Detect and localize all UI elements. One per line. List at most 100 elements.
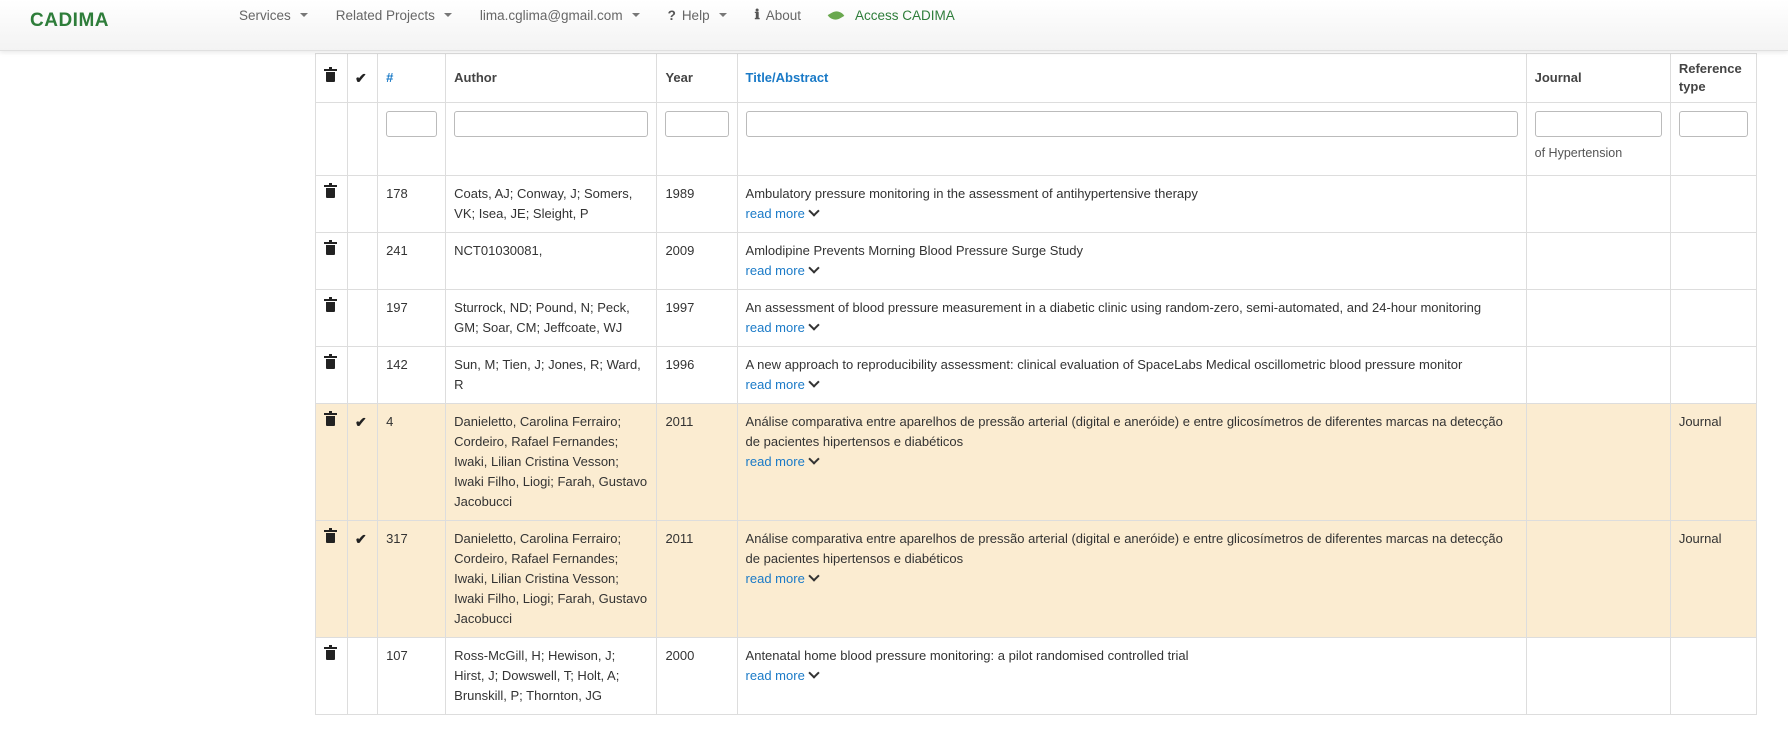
nav-help[interactable]: ? Help bbox=[654, 7, 741, 23]
read-more-link[interactable]: read more bbox=[746, 261, 820, 281]
check-icon: ✔ bbox=[355, 69, 367, 86]
reftype-cell bbox=[1669, 289, 1758, 347]
nav-access[interactable]: Access CADIMA bbox=[815, 7, 969, 23]
journal-cell bbox=[1525, 403, 1671, 521]
cadima-logo[interactable]: CADIMA bbox=[30, 10, 109, 32]
title-column-header[interactable]: Title/Abstract bbox=[736, 53, 1527, 103]
trash-icon[interactable] bbox=[324, 183, 337, 198]
reftype-cell bbox=[1669, 232, 1758, 290]
reftype-cell: Journal bbox=[1669, 520, 1758, 638]
chevron-down-icon bbox=[808, 262, 820, 274]
journal-cell bbox=[1525, 346, 1671, 404]
trash-icon[interactable] bbox=[324, 354, 337, 369]
nav-related-projects[interactable]: Related Projects bbox=[322, 7, 466, 23]
nav-about[interactable]: ℹ About bbox=[741, 7, 815, 23]
title-cell: Amlodipine Prevents Morning Blood Pressu… bbox=[736, 232, 1527, 290]
year-cell: 2011 bbox=[656, 520, 738, 638]
journal-filter-hint: of Hypertension bbox=[1534, 146, 1623, 160]
journal-cell bbox=[1525, 232, 1671, 290]
num-cell: 241 bbox=[377, 232, 447, 290]
table-row[interactable]: 241 NCT01030081, 2009 Amlodipine Prevents M… bbox=[314, 232, 1758, 290]
num-filter-input[interactable] bbox=[386, 111, 438, 137]
check-cell bbox=[347, 346, 379, 404]
table-row[interactable]: 107 Ross-McGill, H; Hewison, J; Hirst, J;… bbox=[314, 637, 1758, 715]
table-row[interactable]: ✔ 4 Danieletto, Carolina Ferrairo; Cordeir… bbox=[314, 403, 1758, 521]
nav-label: About bbox=[765, 7, 801, 23]
reftype-cell bbox=[1669, 346, 1758, 404]
nav-label: Help bbox=[681, 7, 710, 23]
title-text: Ambulatory pressure monitoring in the as… bbox=[745, 186, 1198, 201]
check-cell bbox=[347, 289, 379, 347]
trash-icon bbox=[324, 67, 337, 82]
table-row[interactable]: 178 Coats, AJ; Conway, J; Somers, VK; Ise… bbox=[314, 175, 1758, 233]
check-cell bbox=[347, 232, 379, 290]
journal-cell bbox=[1525, 520, 1671, 638]
filter-cell-empty bbox=[314, 102, 349, 176]
title-cell: An assessment of blood pressure measurem… bbox=[736, 289, 1527, 347]
reftype-cell: Journal bbox=[1669, 403, 1758, 521]
nav-label: Related Projects bbox=[335, 7, 435, 23]
reftype-cell bbox=[1669, 175, 1758, 233]
year-filter-input[interactable] bbox=[665, 111, 729, 137]
num-cell: 317 bbox=[377, 520, 447, 638]
read-more-label: read more bbox=[745, 454, 805, 469]
journal-filter-input[interactable] bbox=[1534, 111, 1662, 137]
trash-icon[interactable] bbox=[324, 411, 337, 426]
year-cell: 2000 bbox=[656, 637, 738, 715]
table-row[interactable]: ✔ 317 Danieletto, Carolina Ferrairo; Corde… bbox=[314, 520, 1758, 638]
info-icon: ℹ bbox=[754, 7, 760, 22]
chevron-down-icon bbox=[808, 570, 820, 582]
trash-icon[interactable] bbox=[324, 645, 337, 660]
read-more-link[interactable]: read more bbox=[745, 569, 820, 589]
delete-column-header bbox=[314, 53, 349, 103]
nav-user[interactable]: lima.cglima@gmail.com bbox=[466, 7, 654, 23]
delete-cell bbox=[314, 289, 349, 347]
title-cell: Antenatal home blood pressure monitoring… bbox=[736, 637, 1527, 715]
check-icon: ✔ bbox=[355, 414, 367, 430]
author-filter-input[interactable] bbox=[454, 111, 649, 137]
read-more-link[interactable]: read more bbox=[746, 666, 820, 686]
author-cell: Sturrock, ND; Pound, N; Peck, GM; Soar, … bbox=[445, 289, 658, 347]
table-header-row: ✔ # Author Year Title/Abstract Journal R… bbox=[314, 53, 1758, 103]
num-cell: 197 bbox=[377, 289, 447, 347]
num-cell: 142 bbox=[377, 346, 447, 404]
num-column-header[interactable]: # bbox=[377, 53, 447, 103]
read-more-link[interactable]: read more bbox=[746, 375, 820, 395]
read-more-label: read more bbox=[745, 571, 805, 586]
table-row[interactable]: 142 Sun, M; Tien, J; Jones, R; Ward, R 199… bbox=[314, 346, 1758, 404]
trash-icon[interactable] bbox=[324, 240, 337, 255]
table-row[interactable]: 197 Sturrock, ND; Pound, N; Peck, GM; Soa… bbox=[314, 289, 1758, 347]
year-cell: 1989 bbox=[656, 175, 738, 233]
title-filter-input[interactable] bbox=[745, 111, 1518, 137]
title-cell: A new approach to reproducibility assess… bbox=[736, 346, 1527, 404]
read-more-link[interactable]: read more bbox=[745, 452, 820, 472]
check-cell bbox=[347, 637, 379, 715]
check-cell bbox=[347, 175, 379, 233]
trash-icon[interactable] bbox=[324, 297, 337, 312]
chevron-down-icon bbox=[808, 319, 820, 331]
check-cell: ✔ bbox=[347, 520, 379, 638]
read-more-link[interactable]: read more bbox=[745, 318, 820, 338]
chevron-down-icon bbox=[808, 667, 820, 679]
nav-services[interactable]: Services bbox=[225, 7, 322, 23]
author-column-header: Author bbox=[445, 53, 658, 103]
delete-cell bbox=[314, 520, 349, 638]
chevron-down-icon bbox=[808, 376, 820, 388]
read-more-link[interactable]: read more bbox=[746, 204, 820, 224]
read-more-label: read more bbox=[745, 320, 805, 335]
delete-cell bbox=[314, 346, 349, 404]
journal-column-header: Journal bbox=[1525, 53, 1671, 103]
title-text: Antenatal home blood pressure monitoring… bbox=[745, 648, 1189, 663]
trash-icon[interactable] bbox=[324, 528, 337, 543]
check-column-header: ✔ bbox=[347, 53, 379, 103]
chevron-down-icon bbox=[808, 453, 820, 465]
year-column-header: Year bbox=[656, 53, 738, 103]
nav-label: Access CADIMA bbox=[855, 7, 955, 23]
author-cell: Sun, M; Tien, J; Jones, R; Ward, R bbox=[445, 346, 658, 404]
reftype-filter-input[interactable] bbox=[1678, 111, 1748, 137]
main-nav: Services Related Projects lima.cglima@gmai… bbox=[225, 7, 969, 23]
title-cell: Análise comparativa entre aparelhos de p… bbox=[736, 403, 1527, 521]
num-cell: 107 bbox=[377, 637, 447, 715]
year-cell: 1996 bbox=[656, 346, 738, 404]
caret-down-icon bbox=[299, 13, 308, 17]
